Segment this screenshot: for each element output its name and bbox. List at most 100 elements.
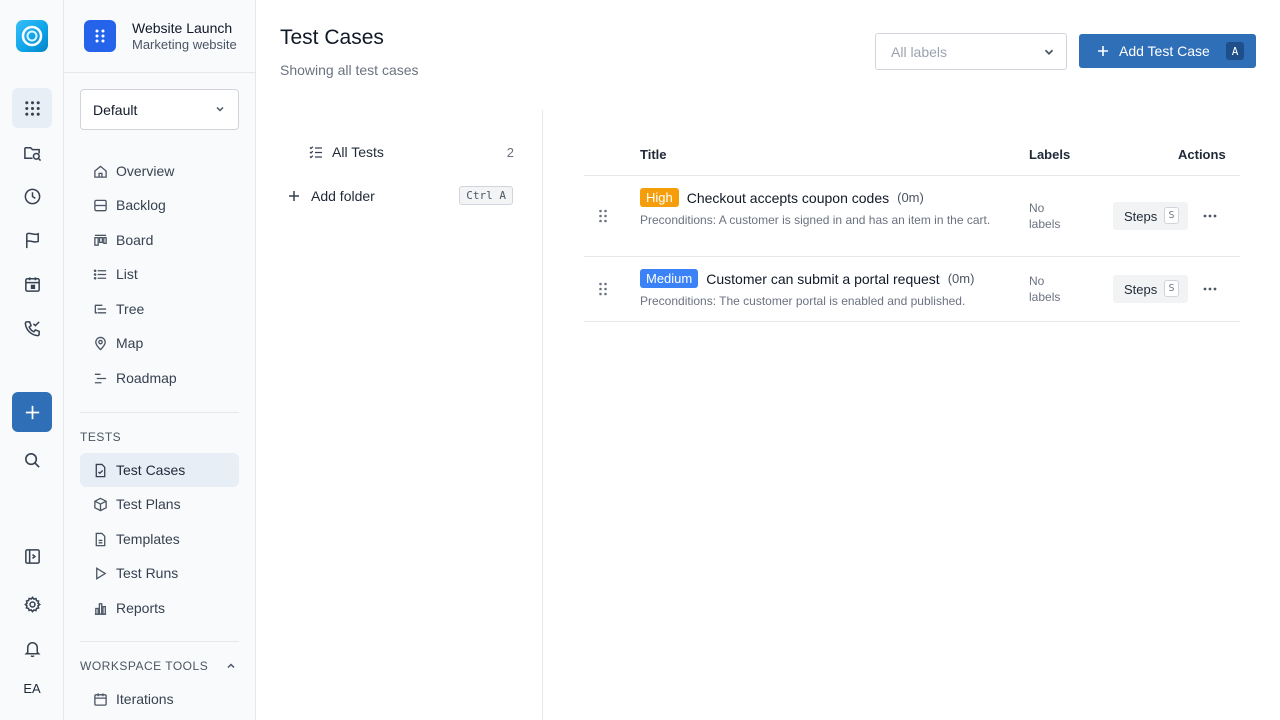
case-duration: (0m) [897, 190, 924, 205]
folder-all-tests[interactable]: All Tests 2 [280, 136, 543, 168]
chevron-down-icon [1044, 49, 1054, 55]
case-labels: No labels [1029, 274, 1061, 304]
folder-count: 2 [506, 144, 514, 160]
case-title-line[interactable]: Medium Customer can submit a portal requ… [640, 269, 974, 288]
column-header-actions: Actions [1178, 147, 1226, 162]
file-icon [92, 531, 108, 547]
steps-label: Steps [1124, 208, 1158, 224]
divider [80, 641, 239, 642]
plus-icon [1097, 45, 1109, 57]
table-row[interactable]: Medium Customer can submit a portal requ… [584, 257, 1240, 322]
bell-icon[interactable] [12, 628, 52, 668]
search-icon[interactable] [12, 440, 52, 480]
nav-map[interactable]: Map [80, 326, 239, 360]
chevron-up-icon[interactable] [225, 660, 237, 672]
more-options-icon[interactable] [1200, 206, 1220, 226]
nav-label: Board [116, 232, 154, 248]
sidebar-toggle-icon[interactable] [12, 536, 52, 576]
nav-label: Test Plans [116, 496, 181, 512]
shortcut-badge: Ctrl A [459, 186, 513, 205]
cube-icon [92, 496, 108, 512]
nav-label: Test Runs [116, 565, 179, 581]
nav-roadmap[interactable]: Roadmap [80, 361, 239, 395]
shortcut-badge: S [1164, 280, 1179, 297]
app-logo-icon[interactable] [16, 20, 48, 52]
plus-icon [288, 190, 300, 202]
table-row[interactable]: High Checkout accepts coupon codes (0m) … [584, 176, 1240, 257]
roadmap-icon [92, 370, 108, 386]
nav-test-plans[interactable]: Test Plans [80, 487, 239, 521]
nav-list[interactable]: List [80, 257, 239, 291]
column-header-title[interactable]: Title [640, 147, 667, 162]
shortcut-badge: A [1226, 42, 1244, 60]
shortcut-badge: S [1164, 207, 1179, 224]
add-test-case-label: Add Test Case [1119, 43, 1210, 59]
create-plus-button[interactable] [12, 392, 52, 432]
project-subtitle: Marketing website [132, 37, 237, 52]
divider [80, 412, 239, 413]
case-title: Customer can submit a portal request [706, 270, 940, 287]
nav-label: Roadmap [116, 370, 177, 386]
view-select-value: Default [93, 101, 138, 118]
nav-label: Test Cases [116, 462, 186, 478]
steps-button[interactable]: Steps S [1113, 202, 1188, 230]
case-title: Checkout accepts coupon codes [686, 189, 890, 206]
page-title: Test Cases [280, 26, 384, 49]
folder-label: All Tests [332, 144, 384, 160]
clock-icon[interactable] [12, 176, 52, 216]
nav-label: Backlog [116, 197, 166, 213]
nav-tree[interactable]: Tree [80, 292, 239, 326]
nav-backlog[interactable]: Backlog [80, 188, 239, 222]
nav-test-cases[interactable]: Test Cases [80, 453, 239, 487]
nav-label: List [116, 266, 138, 282]
apps-grid-icon[interactable] [12, 88, 52, 128]
nav-test-runs[interactable]: Test Runs [80, 556, 239, 590]
backlog-icon [92, 197, 108, 213]
flag-icon[interactable] [12, 220, 52, 260]
nav-label: Reports [116, 600, 166, 616]
workspace-tools-section-label[interactable]: WORKSPACE TOOLS [80, 659, 208, 673]
folder-pane: All Tests 2 Add folder Ctrl A [280, 110, 543, 720]
map-pin-icon [92, 335, 108, 351]
main-content: Test Cases Showing all test cases All la… [256, 0, 1280, 720]
priority-badge: High [640, 188, 679, 207]
bar-chart-icon [92, 600, 108, 616]
page-subtitle: Showing all test cases [280, 62, 419, 78]
labels-filter-placeholder: All labels [891, 43, 948, 60]
project-header[interactable]: Website Launch Marketing website [64, 0, 255, 73]
home-icon [92, 163, 108, 179]
list-icon [92, 266, 108, 282]
calendar-icon [92, 691, 108, 707]
nav-reports[interactable]: Reports [80, 591, 239, 625]
nav-overview[interactable]: Overview [80, 154, 239, 188]
case-title-line[interactable]: High Checkout accepts coupon codes (0m) [640, 188, 924, 207]
add-folder-button[interactable]: Add folder Ctrl A [280, 180, 543, 212]
nav-label: Overview [116, 163, 175, 179]
labels-filter-select[interactable]: All labels [875, 33, 1067, 70]
add-test-case-button[interactable]: Add Test Case A [1079, 34, 1256, 68]
nav-iterations[interactable]: Iterations [80, 682, 239, 716]
more-options-icon[interactable] [1200, 279, 1220, 299]
steps-button[interactable]: Steps S [1113, 275, 1188, 303]
steps-label: Steps [1124, 281, 1158, 297]
calendar-icon[interactable] [12, 264, 52, 304]
add-folder-label: Add folder [311, 188, 375, 204]
gear-icon[interactable] [12, 584, 52, 624]
drag-handle-icon[interactable] [598, 208, 608, 227]
drag-handle-icon[interactable] [598, 281, 608, 300]
view-select[interactable]: Default [80, 89, 239, 130]
nav-label: Templates [116, 531, 180, 547]
checklist-icon [309, 145, 323, 159]
chevron-down-icon [216, 106, 224, 112]
nav-label: Iterations [116, 691, 174, 707]
nav-board[interactable]: Board [80, 223, 239, 257]
phone-check-icon[interactable] [12, 308, 52, 348]
search-folder-icon[interactable] [12, 132, 52, 172]
priority-badge: Medium [640, 269, 699, 288]
user-avatar[interactable]: EA [12, 676, 52, 700]
column-header-labels[interactable]: Labels [1029, 147, 1070, 162]
test-case-icon [92, 462, 108, 478]
nav-templates[interactable]: Templates [80, 522, 239, 556]
case-preconditions: Preconditions: A customer is signed in a… [640, 213, 991, 227]
play-icon [92, 565, 108, 581]
